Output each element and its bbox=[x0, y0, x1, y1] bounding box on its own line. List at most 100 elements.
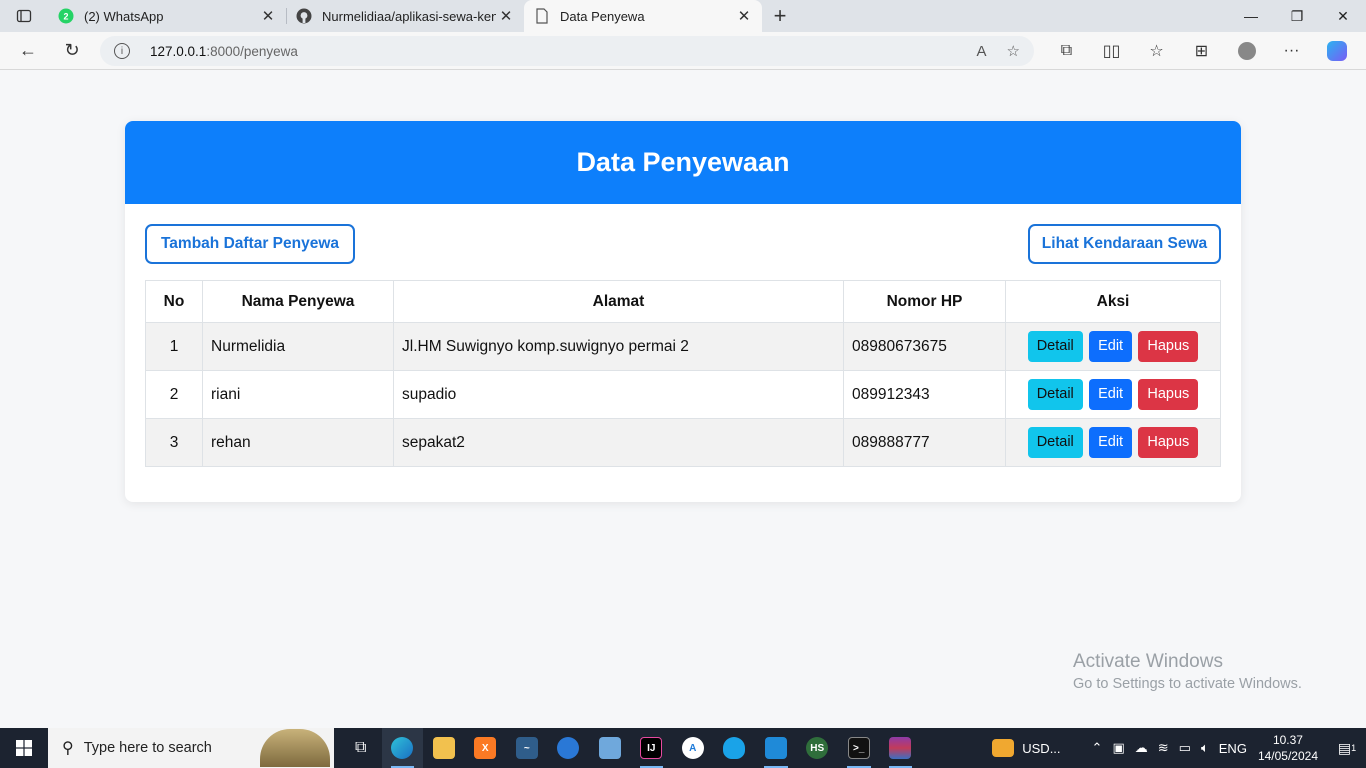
restore-button[interactable]: ❐ bbox=[1274, 0, 1320, 32]
profile-avatar-icon[interactable] bbox=[1224, 32, 1269, 70]
terminal-app[interactable]: >_ bbox=[838, 728, 880, 768]
notifications-button[interactable]: ▤ 1 bbox=[1328, 740, 1366, 757]
info-icon[interactable]: i bbox=[114, 43, 130, 59]
detail-button[interactable]: Detail bbox=[1027, 331, 1083, 362]
column-header-alamat: Alamat bbox=[393, 280, 844, 323]
detail-button[interactable]: Detail bbox=[1027, 427, 1083, 458]
cell-aksi: Detail Edit Hapus bbox=[1005, 370, 1221, 419]
clock[interactable]: 10.37 14/05/2024 bbox=[1258, 732, 1318, 764]
intellij-app[interactable]: IJ bbox=[631, 728, 673, 768]
network-icon[interactable]: ☁ bbox=[1135, 740, 1148, 756]
copilot-icon[interactable] bbox=[1314, 32, 1359, 70]
intellij-icon: IJ bbox=[640, 737, 663, 759]
cell-alamat: supadio bbox=[393, 370, 844, 419]
address-bar[interactable]: i 127.0.0.1:8000/penyewa A ☆ bbox=[100, 36, 1034, 66]
collections-icon[interactable]: ⊞ bbox=[1179, 32, 1224, 70]
volume-icon[interactable]: 🔈︎ bbox=[1201, 740, 1209, 756]
edit-button[interactable]: Edit bbox=[1089, 331, 1133, 362]
minimize-button[interactable]: — bbox=[1228, 0, 1274, 32]
terminal-icon: >_ bbox=[847, 737, 870, 759]
cell-no: 2 bbox=[145, 370, 203, 419]
xampp-app[interactable]: X bbox=[465, 728, 507, 768]
task-view-button[interactable]: ⧉ bbox=[340, 728, 382, 768]
edge-icon bbox=[391, 737, 414, 759]
delete-button[interactable]: Hapus bbox=[1138, 427, 1199, 458]
taskbar-search[interactable]: ⚲ Type here to search bbox=[48, 728, 334, 768]
close-tab-icon[interactable]: ✕ bbox=[496, 6, 516, 26]
language-indicator[interactable]: ENG bbox=[1219, 741, 1247, 756]
virtualbox-app[interactable] bbox=[589, 728, 631, 768]
svg-text:2: 2 bbox=[63, 12, 68, 22]
mysql-workbench-app[interactable]: ~ bbox=[506, 728, 548, 768]
delete-button[interactable]: Hapus bbox=[1138, 331, 1199, 362]
close-tab-icon[interactable]: ✕ bbox=[734, 6, 754, 26]
watermark-title: Activate Windows bbox=[1073, 651, 1223, 672]
refresh-button[interactable]: ↻ bbox=[50, 32, 94, 70]
new-tab-button[interactable]: + bbox=[762, 0, 798, 32]
tab-actions-icon bbox=[16, 9, 32, 23]
back-arrow-icon: ← bbox=[19, 40, 37, 60]
taskbar: ⚲ Type here to search ⧉ X ~ IJ A HS >_ U… bbox=[0, 728, 1366, 768]
edit-button[interactable]: Edit bbox=[1089, 379, 1133, 410]
chevron-up-icon[interactable]: ⌃ bbox=[1092, 740, 1103, 756]
hotspot-icon: HS bbox=[806, 737, 829, 759]
shell-app[interactable] bbox=[714, 728, 756, 768]
meet-now-icon[interactable]: ▣ bbox=[1112, 740, 1124, 756]
window-controls: — ❐ ✕ bbox=[1228, 0, 1366, 32]
xampp-icon: X bbox=[474, 737, 497, 759]
view-vehicles-button[interactable]: Lihat Kendaraan Sewa bbox=[1028, 224, 1221, 264]
edit-button[interactable]: Edit bbox=[1089, 427, 1133, 458]
weather-widget[interactable]: USD... bbox=[992, 739, 1061, 757]
notification-icon: ▤ bbox=[1337, 739, 1352, 756]
read-aloud-icon[interactable]: A bbox=[977, 43, 987, 60]
close-tab-icon[interactable]: ✕ bbox=[258, 6, 278, 26]
column-header-nomor-hp: Nomor HP bbox=[843, 280, 1006, 323]
github-icon bbox=[296, 8, 312, 24]
wifi-icon[interactable]: ≋ bbox=[1158, 740, 1169, 756]
file-explorer-app[interactable] bbox=[423, 728, 465, 768]
table-row: 1 Nurmelidia Jl.HM Suwignyo komp.suwigny… bbox=[145, 322, 1221, 371]
delete-button[interactable]: Hapus bbox=[1138, 379, 1199, 410]
winrar-app[interactable] bbox=[880, 728, 922, 768]
tab-actions-button[interactable] bbox=[0, 0, 48, 32]
winrar-icon bbox=[889, 737, 912, 759]
vscode-app[interactable] bbox=[755, 728, 797, 768]
tab-title: (2) WhatsApp bbox=[84, 8, 164, 24]
weather-text: USD... bbox=[1022, 740, 1061, 756]
mysql-icon: ~ bbox=[515, 737, 538, 759]
folder-icon bbox=[432, 737, 455, 759]
cell-nomor-hp: 089888777 bbox=[843, 418, 1006, 467]
edge-app[interactable] bbox=[381, 728, 423, 768]
favorite-star-icon[interactable]: ☆ bbox=[1007, 42, 1020, 60]
cell-nama: riani bbox=[202, 370, 394, 419]
url-host: 127.0.0.1 bbox=[150, 43, 207, 59]
plus-icon: + bbox=[773, 3, 787, 28]
browser-tab-strip: 2 (2) WhatsApp ✕ Nurmelidiaa/aplikasi-se… bbox=[0, 0, 1366, 32]
tab-data-penyewa[interactable]: Data Penyewa ✕ bbox=[524, 0, 762, 32]
back-button[interactable]: ← bbox=[6, 32, 50, 70]
watermark-subtitle: Go to Settings to activate Windows. bbox=[1073, 676, 1302, 692]
app-store-app[interactable]: A bbox=[672, 728, 714, 768]
cube-icon bbox=[598, 737, 621, 759]
more-options-icon[interactable]: ··· bbox=[1269, 32, 1314, 70]
toolbar-actions: ⧉ ▯▯ ☆ ⊞ ··· bbox=[1044, 32, 1359, 70]
cell-alamat: Jl.HM Suwignyo komp.suwignyo permai 2 bbox=[393, 322, 844, 371]
hotspot-app[interactable]: HS bbox=[797, 728, 839, 768]
search-highlight-image bbox=[260, 729, 330, 767]
detail-button[interactable]: Detail bbox=[1027, 379, 1083, 410]
store-icon: A bbox=[681, 737, 704, 759]
tab-whatsapp[interactable]: 2 (2) WhatsApp ✕ bbox=[48, 0, 286, 32]
page-title: Data Penyewaan bbox=[125, 121, 1241, 204]
windows-logo-icon bbox=[16, 740, 32, 756]
close-window-button[interactable]: ✕ bbox=[1320, 0, 1366, 32]
add-renter-button[interactable]: Tambah Daftar Penyewa bbox=[145, 224, 355, 264]
tab-github[interactable]: Nurmelidiaa/aplikasi-sewa-kend ✕ bbox=[286, 0, 524, 32]
start-button[interactable] bbox=[0, 728, 48, 768]
clock-date: 14/05/2024 bbox=[1257, 749, 1318, 763]
favorites-icon[interactable]: ☆ bbox=[1134, 32, 1179, 70]
extensions-icon[interactable]: ⧉ bbox=[1044, 32, 1089, 70]
battery-icon[interactable]: ▭ bbox=[1179, 740, 1191, 756]
split-screen-icon[interactable]: ▯▯ bbox=[1089, 32, 1134, 70]
browser-app[interactable] bbox=[548, 728, 590, 768]
cell-no: 1 bbox=[145, 322, 203, 371]
